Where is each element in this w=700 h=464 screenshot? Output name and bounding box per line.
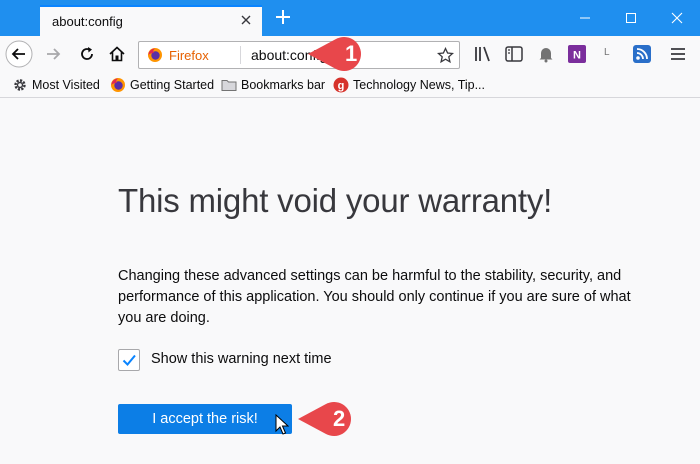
identity-label: Firefox — [169, 48, 209, 63]
checkmark-icon — [122, 354, 136, 366]
onenote-icon[interactable]: N — [567, 44, 587, 69]
warning-message: Changing these advanced settings can be … — [118, 268, 631, 326]
new-tab-button[interactable] — [270, 6, 296, 30]
site-favicon-icon: g — [333, 77, 349, 93]
url-divider — [240, 46, 241, 64]
url-bar[interactable]: Firefox about:config — [138, 41, 460, 69]
show-warning-checkbox[interactable] — [118, 349, 140, 371]
notification-bell-icon[interactable] — [537, 45, 555, 68]
forward-arrow-icon — [47, 48, 61, 60]
forward-button[interactable] — [38, 39, 68, 69]
bookmark-technology-news[interactable]: g Technology News, Tip... — [333, 76, 485, 94]
firefox-logo-icon — [110, 77, 126, 93]
bookmark-folder-bookmarks-bar[interactable]: Bookmarks bar — [221, 76, 325, 94]
reload-icon — [81, 47, 93, 60]
gear-icon — [12, 77, 28, 93]
svg-text:N: N — [573, 50, 581, 62]
back-arrow-icon — [5, 40, 33, 68]
callout-1-number: 1 — [345, 41, 358, 66]
firefox-logo-icon — [147, 47, 163, 68]
bookmark-star-icon[interactable] — [436, 46, 455, 69]
back-button[interactable] — [4, 39, 34, 69]
callout-2-number: 2 — [333, 406, 346, 431]
extension-l-icon[interactable]: L — [604, 47, 610, 58]
close-window-button[interactable] — [654, 0, 700, 36]
tab-close-icon[interactable] — [237, 11, 255, 29]
title-bar: about:config — [0, 0, 700, 36]
accept-risk-button[interactable]: I accept the risk! — [118, 404, 292, 434]
tab-title: about:config — [52, 14, 123, 29]
home-button[interactable] — [102, 39, 132, 69]
sidebar-icon[interactable] — [505, 46, 523, 67]
minimize-button[interactable] — [562, 0, 608, 36]
callout-1: 1 — [306, 34, 378, 74]
bookmarks-toolbar: Most Visited Getting Started Bookmarks b… — [0, 72, 700, 98]
show-warning-label[interactable]: Show this warning next time — [151, 351, 332, 367]
callout-2: 2 — [296, 399, 368, 439]
folder-icon — [221, 77, 237, 93]
hamburger-menu-icon[interactable] — [670, 46, 686, 67]
library-icon[interactable] — [474, 46, 492, 67]
reload-button[interactable] — [72, 39, 102, 69]
svg-text:g: g — [338, 80, 345, 92]
home-icon — [109, 46, 125, 62]
maximize-button[interactable] — [608, 0, 654, 36]
tab-about-config[interactable]: about:config — [40, 5, 262, 36]
feed-reader-icon[interactable] — [632, 44, 652, 69]
bookmark-most-visited[interactable]: Most Visited — [12, 76, 100, 94]
mouse-cursor-icon — [275, 413, 290, 441]
warning-title: This might void your warranty! — [118, 182, 553, 219]
bookmark-getting-started[interactable]: Getting Started — [110, 76, 214, 94]
